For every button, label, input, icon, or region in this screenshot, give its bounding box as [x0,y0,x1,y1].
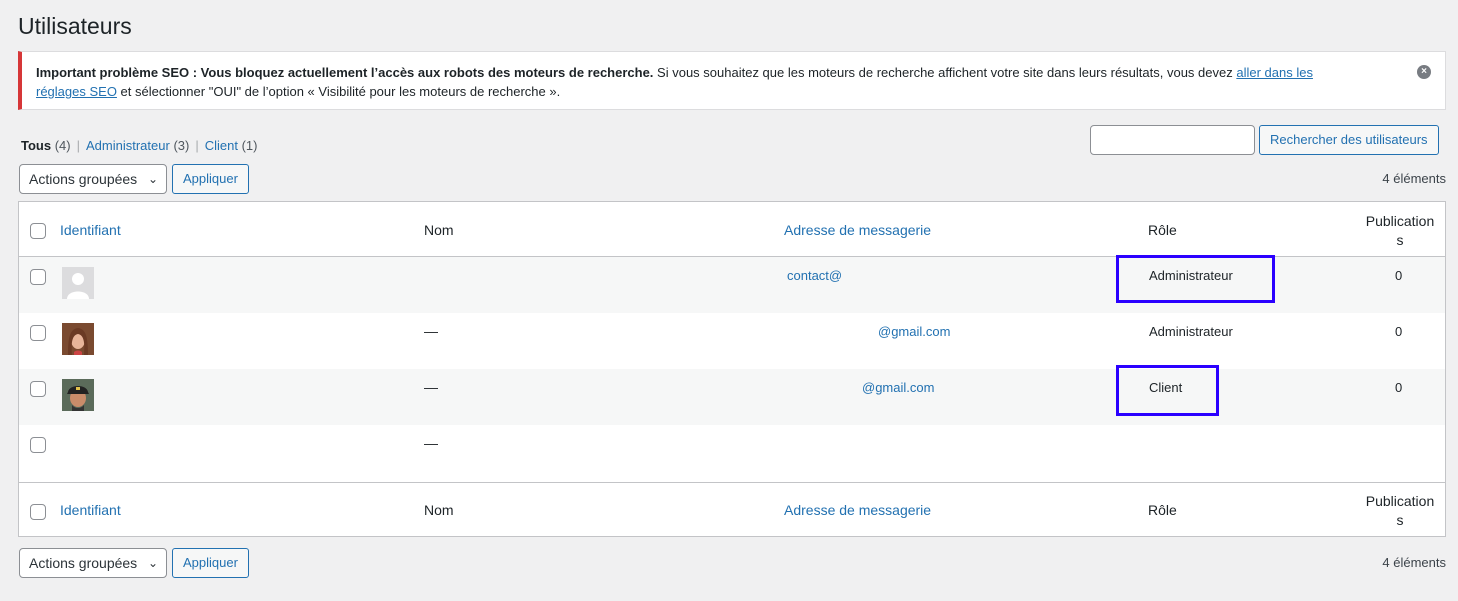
table-row: — [19,425,1445,482]
row-email[interactable]: contact@ [787,268,842,283]
bulk-actions-select-bottom[interactable]: Actions groupées ⌄ [19,548,167,578]
row-posts[interactable]: 0 [1395,380,1402,395]
search-users-input[interactable] [1090,125,1255,155]
row-name: — [424,379,438,395]
seo-settings-link-2[interactable]: réglages SEO [36,84,117,99]
column-posts[interactable]: Publication s [1362,492,1438,530]
column-posts-label-2: s [1396,512,1404,528]
select-all-checkbox[interactable] [30,223,46,239]
table-footer: Identifiant Nom Adresse de messagerie Rô… [19,482,1445,537]
row-email[interactable]: @gmail.com [862,380,934,395]
row-name: — [424,323,438,339]
column-name: Nom [424,502,454,518]
seo-warning-notice: Important problème SEO : Vous bloquez ac… [18,51,1446,110]
chevron-down-icon: ⌄ [147,172,158,186]
apply-bulk-button-bottom[interactable]: Appliquer [172,548,249,578]
row-checkbox[interactable] [30,437,46,453]
default-avatar-icon [62,267,94,299]
user-avatar-icon [62,379,94,411]
apply-bulk-button[interactable]: Appliquer [172,164,249,194]
page-title: Utilisateurs [18,13,132,39]
column-username[interactable]: Identifiant [60,222,121,238]
column-role: Rôle [1148,502,1177,518]
filter-separator: | [76,138,80,153]
filter-client[interactable]: Client [205,138,238,153]
role-filters: Tous (4) | Administrateur (3) | Client (1) [21,138,257,153]
column-email[interactable]: Adresse de messagerie [784,222,931,238]
filter-separator: | [195,138,199,153]
filter-administrator[interactable]: Administrateur [86,138,170,153]
chevron-down-icon: ⌄ [147,556,158,570]
filter-all-count: (4) [54,138,71,153]
column-posts-label: Publication [1365,213,1435,229]
column-posts[interactable]: Publication s [1362,212,1438,250]
row-posts[interactable]: 0 [1395,268,1402,283]
column-name: Nom [424,222,454,238]
user-avatar-icon [62,323,94,355]
table-header: Identifiant Nom Adresse de messagerie Rô… [19,202,1445,257]
notice-text: Si vous souhaitez que les moteurs de rec… [653,65,1237,80]
select-all-checkbox[interactable] [30,504,46,520]
users-table: Identifiant Nom Adresse de messagerie Rô… [18,201,1446,537]
seo-settings-link[interactable]: aller dans les [1236,65,1313,80]
items-count-bottom: 4 éléments [1382,555,1446,570]
row-name: — [424,435,438,451]
dismiss-notice-icon[interactable]: × [1417,65,1431,79]
bulk-actions-select[interactable]: Actions groupées ⌄ [19,164,167,194]
bulk-actions-label: Actions groupées [29,555,138,571]
table-row: — @gmail.com Client 0 [19,369,1445,425]
column-username[interactable]: Identifiant [60,502,121,518]
notice-strong-text: Important problème SEO : Vous bloquez ac… [36,65,654,80]
column-role: Rôle [1148,222,1177,238]
row-checkbox[interactable] [30,269,46,285]
highlight-box [1116,255,1275,303]
search-users-button[interactable]: Rechercher des utilisateurs [1259,125,1439,155]
column-posts-label: Publication [1365,493,1435,509]
items-count: 4 éléments [1382,171,1446,186]
filter-admin-count: (3) [173,138,190,153]
highlight-box [1116,365,1219,416]
bulk-actions-label: Actions groupées [29,171,138,187]
row-email[interactable]: @gmail.com [878,324,950,339]
row-role: Administrateur [1149,324,1233,339]
table-row: — @gmail.com Administrateur 0 [19,313,1445,369]
column-email[interactable]: Adresse de messagerie [784,502,931,518]
row-posts[interactable]: 0 [1395,324,1402,339]
row-checkbox[interactable] [30,325,46,341]
filter-all[interactable]: Tous [21,138,51,153]
filter-client-count: (1) [241,138,258,153]
row-checkbox[interactable] [30,381,46,397]
notice-text-2: et sélectionner "OUI" de l’option « Visi… [116,84,561,99]
column-posts-label-2: s [1396,232,1404,248]
